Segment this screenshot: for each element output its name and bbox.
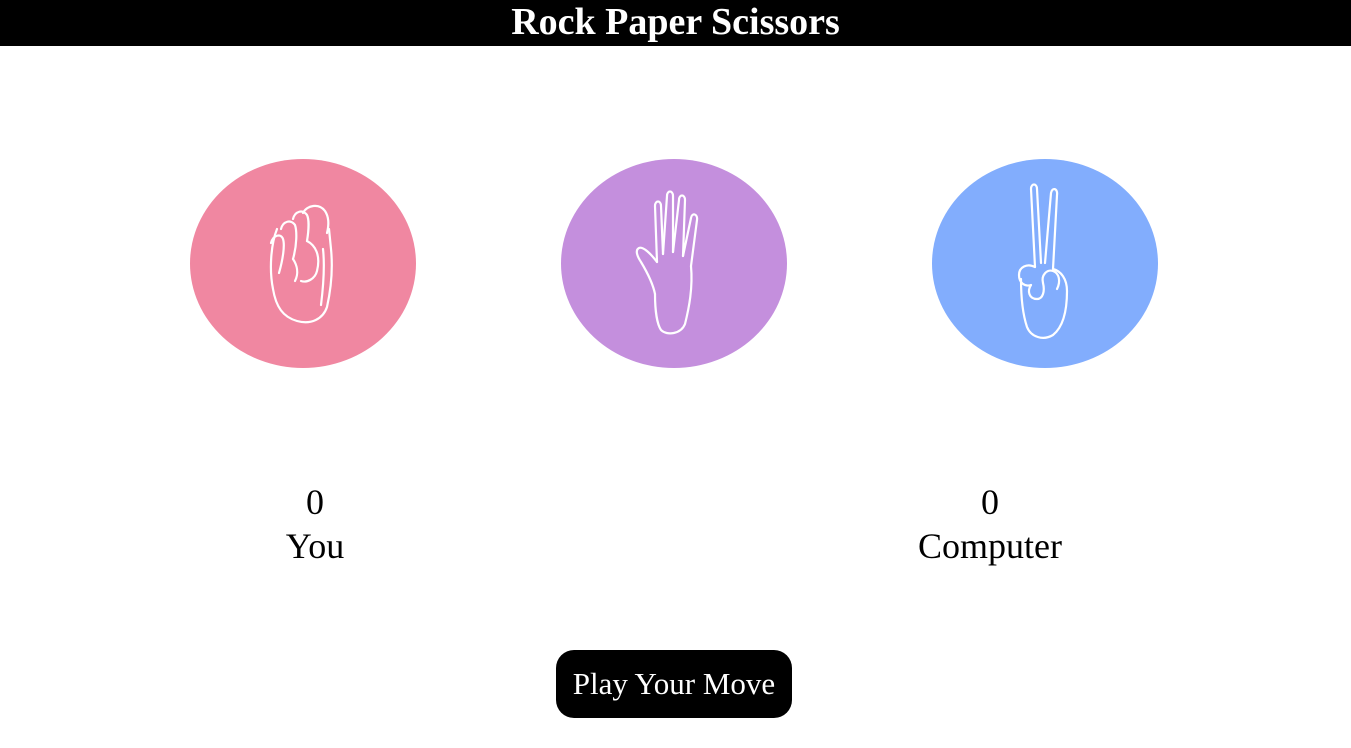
header-bar: Rock Paper Scissors <box>0 0 1351 46</box>
peace-hand-icon <box>1017 182 1069 339</box>
open-hand-icon <box>635 189 699 334</box>
fist-icon <box>269 204 333 323</box>
play-move-button[interactable]: Play Your Move <box>556 650 792 718</box>
user-score-label: You <box>285 526 345 566</box>
computer-score-value: 0 <box>981 482 999 522</box>
rock-choice[interactable] <box>190 159 416 368</box>
user-score-value: 0 <box>306 482 324 522</box>
paper-choice[interactable] <box>561 159 787 368</box>
scissors-choice[interactable] <box>932 159 1158 368</box>
page-title: Rock Paper Scissors <box>511 1 840 43</box>
computer-score: 0 Computer <box>890 480 1090 568</box>
user-score: 0 You <box>215 480 415 568</box>
computer-score-label: Computer <box>918 526 1062 566</box>
